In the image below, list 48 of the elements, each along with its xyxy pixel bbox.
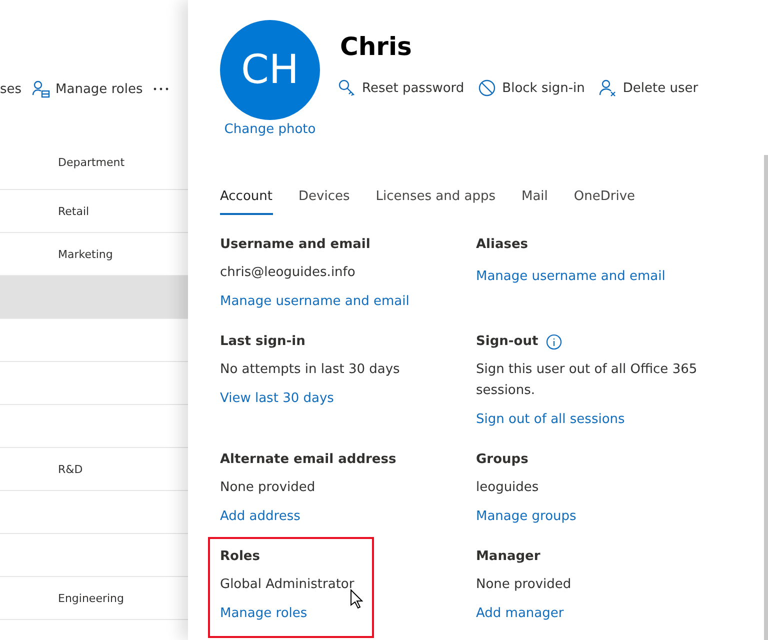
section-text: chris@leoguides.info xyxy=(220,264,356,282)
tab[interactable]: Mail xyxy=(521,189,548,215)
action-button[interactable]: Block sign-in xyxy=(478,79,585,97)
tab[interactable]: OneDrive xyxy=(574,189,636,215)
user-name: Chris xyxy=(340,32,413,61)
section-link[interactable]: Manage username and email xyxy=(476,269,666,284)
section-title: Groups xyxy=(476,452,528,469)
section-text: No attempts in last 30 days xyxy=(220,361,401,379)
section-link[interactable]: View last 30 days xyxy=(220,391,334,406)
section-title: Sign-out xyxy=(476,334,538,351)
person-remove-icon xyxy=(598,79,617,97)
table-cell: R&D xyxy=(58,462,83,476)
section-text: leoguides xyxy=(476,479,540,497)
section-title: Aliases xyxy=(476,237,528,254)
table-cell: Marketing xyxy=(58,248,113,260)
tab[interactable]: Licenses and apps xyxy=(376,189,496,215)
section-title: Last sign-in xyxy=(220,334,306,351)
avatar: CH xyxy=(220,20,320,120)
toolbar-button[interactable]: ses xyxy=(0,77,22,101)
section-link[interactable]: Add manager xyxy=(476,606,564,621)
section-text: None provided xyxy=(476,576,572,594)
info-icon[interactable] xyxy=(546,334,562,350)
section-title: Roles xyxy=(220,549,260,566)
section-link[interactable]: Manage roles xyxy=(220,606,308,621)
action-button[interactable]: Reset password xyxy=(338,79,464,97)
section-title: Username and email xyxy=(220,237,370,254)
manage-roles-button[interactable]: Manage roles xyxy=(32,77,143,101)
section-text: Sign this user out of all Office 365 sessions. xyxy=(476,361,698,400)
table-cell: Retail xyxy=(58,204,90,218)
section-link[interactable]: Manage groups xyxy=(476,509,576,524)
table-row[interactable] xyxy=(0,276,188,319)
cursor-icon xyxy=(350,589,363,609)
section-text: Global Administrator xyxy=(220,576,356,594)
table-cell: Engineering xyxy=(58,592,124,604)
section-title: Manager xyxy=(476,549,540,566)
block-icon xyxy=(478,79,496,97)
tab[interactable]: Account xyxy=(220,189,272,215)
section-link[interactable]: Sign out of all sessions xyxy=(476,412,625,427)
action-button[interactable]: Delete user xyxy=(598,79,698,97)
section-title: Alternate email address xyxy=(220,452,396,469)
section-link[interactable]: Manage username and email xyxy=(220,294,410,309)
section-link[interactable]: Add address xyxy=(220,509,300,524)
change-photo-link[interactable]: Change photo xyxy=(224,122,316,137)
column-header[interactable]: Department xyxy=(58,156,125,168)
person-badge-icon xyxy=(32,80,50,98)
tab[interactable]: Devices xyxy=(298,189,350,215)
key-icon xyxy=(338,79,356,97)
section-text: None provided xyxy=(220,479,316,497)
